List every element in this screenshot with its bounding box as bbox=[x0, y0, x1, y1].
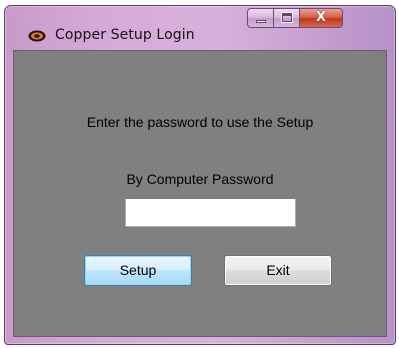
minimize-button[interactable] bbox=[247, 8, 273, 28]
password-field[interactable] bbox=[125, 198, 296, 227]
close-icon: X bbox=[315, 10, 327, 25]
password-label: By Computer Password bbox=[126, 171, 274, 187]
setup-button[interactable]: Setup bbox=[84, 255, 192, 286]
window-title: Copper Setup Login bbox=[55, 27, 195, 43]
dialog-client-area: Enter the password to use the Setup By C… bbox=[13, 50, 387, 337]
maximize-button[interactable] bbox=[273, 8, 300, 28]
login-window: Copper Setup Login X Enter the password … bbox=[4, 5, 396, 345]
exit-button[interactable]: Exit bbox=[224, 255, 332, 286]
title-bar[interactable]: Copper Setup Login X bbox=[5, 6, 395, 50]
minimize-icon bbox=[256, 20, 266, 23]
maximize-icon bbox=[282, 13, 292, 22]
copper-app-icon bbox=[28, 30, 46, 42]
password-prompt: Enter the password to use the Setup bbox=[86, 114, 314, 130]
caption-buttons: X bbox=[247, 8, 343, 28]
close-button[interactable]: X bbox=[300, 8, 343, 28]
